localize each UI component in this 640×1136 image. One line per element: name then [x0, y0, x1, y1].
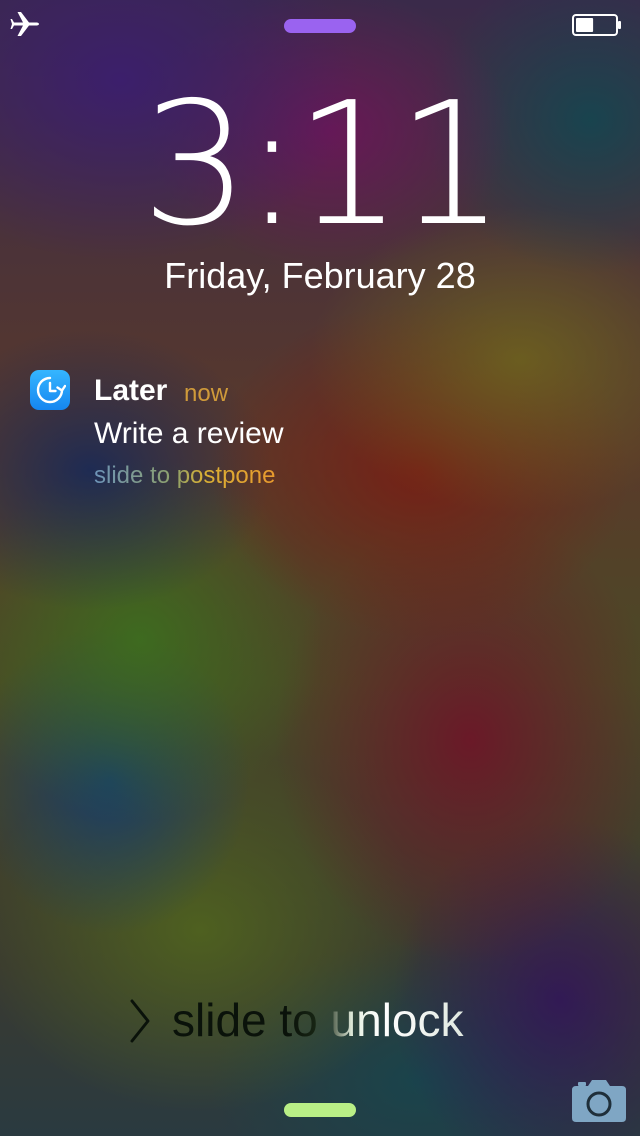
lock-date: Friday, February 28: [164, 255, 476, 296]
unlock-label: slide to unlock: [172, 994, 464, 1046]
slide-to-unlock[interactable]: slide to unlock: [0, 990, 640, 1050]
app-icon: [30, 370, 70, 410]
chevron-right-icon: [130, 999, 150, 1043]
notification-app-name: Later: [94, 374, 168, 407]
camera-icon[interactable]: [570, 1078, 628, 1124]
notification[interactable]: Later now Write a review slide to postpo…: [0, 368, 640, 498]
status-bar: [0, 0, 640, 44]
notification-action-hint[interactable]: slide to postpone: [94, 462, 275, 490]
lock-clock: 3:11: [141, 66, 505, 264]
airplane-icon: [10, 12, 39, 36]
notification-center-grabber[interactable]: [284, 19, 356, 33]
notification-time: now: [184, 380, 229, 407]
battery-icon: [572, 14, 621, 36]
clock-arrow-icon: [36, 376, 66, 404]
notification-message: Write a review: [94, 417, 284, 450]
control-center-grabber[interactable]: [284, 1103, 356, 1117]
